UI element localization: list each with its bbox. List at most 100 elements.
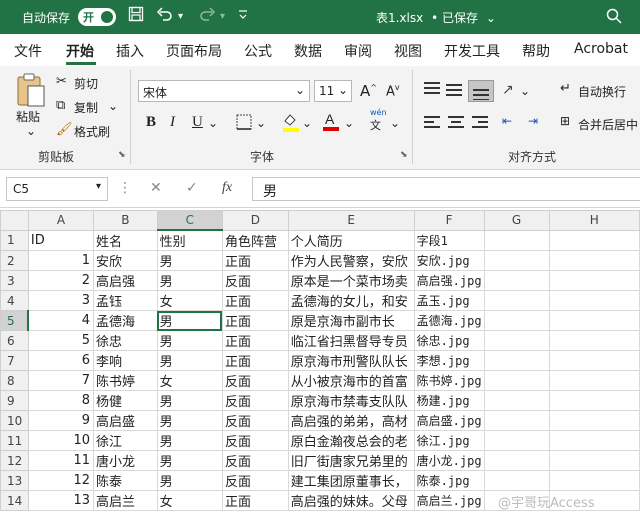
- decrease-indent-icon[interactable]: ⇤: [502, 114, 512, 128]
- cell-f6[interactable]: 徐忠.jpg: [413, 330, 485, 351]
- cell-b6[interactable]: 徐忠: [93, 330, 158, 351]
- cell-f7[interactable]: 李想.jpg: [413, 350, 485, 371]
- paste-button[interactable]: 粘贴: [16, 108, 40, 125]
- cell-f13[interactable]: 陈泰.jpg: [413, 470, 485, 491]
- cell-e14[interactable]: 高启强的妹妹。父母: [287, 490, 415, 511]
- cell-g5[interactable]: [483, 310, 550, 331]
- format-painter-button[interactable]: 格式刷: [74, 123, 110, 140]
- cell-f12[interactable]: 唐小龙.jpg: [413, 450, 485, 471]
- row-header[interactable]: 5: [0, 310, 30, 331]
- copy-dropdown-icon[interactable]: ⌄: [108, 99, 118, 113]
- cell-c13[interactable]: 男: [156, 470, 223, 491]
- borders-dropdown-icon[interactable]: ⌄: [256, 116, 266, 130]
- cell-c7[interactable]: 男: [156, 350, 223, 371]
- cell-a8[interactable]: 7: [27, 370, 95, 391]
- cell-e11[interactable]: 原白金瀚夜总会的老: [287, 430, 415, 451]
- cell-d2[interactable]: 正面: [221, 250, 289, 271]
- cell-b3[interactable]: 高启强: [93, 270, 158, 291]
- row-header[interactable]: 4: [0, 290, 29, 311]
- row-header[interactable]: 12: [0, 450, 29, 471]
- cell-g12[interactable]: [483, 450, 550, 471]
- cell-h1[interactable]: [548, 229, 640, 251]
- cell-d6[interactable]: 正面: [221, 330, 289, 351]
- cell-e12[interactable]: 旧厂街唐家兄弟里的: [287, 450, 415, 471]
- fill-dropdown-icon[interactable]: ⌄: [302, 116, 312, 130]
- font-name-select[interactable]: 宋体 ⌄: [138, 80, 310, 102]
- cell-h13[interactable]: [548, 470, 640, 491]
- cell-e7[interactable]: 原京海市刑警队队长: [287, 350, 415, 371]
- cell-h10[interactable]: [548, 410, 640, 431]
- tab-insert[interactable]: 插入: [116, 41, 144, 61]
- row-header[interactable]: 7: [0, 350, 29, 371]
- cell-c6[interactable]: 男: [156, 330, 223, 351]
- cell-b13[interactable]: 陈泰: [93, 470, 158, 491]
- autosave-toggle[interactable]: 开: [78, 8, 116, 26]
- cell-d8[interactable]: 反面: [221, 370, 289, 391]
- column-header-b[interactable]: B: [93, 210, 158, 231]
- cell-e6[interactable]: 临江省扫黑督导专员: [287, 330, 415, 351]
- cell-f14[interactable]: 高启兰.jpg: [413, 490, 485, 511]
- cell-b4[interactable]: 孟钰: [93, 290, 158, 311]
- redo-icon[interactable]: [198, 6, 216, 26]
- cell-b5[interactable]: 孟德海: [93, 310, 158, 331]
- paste-icon[interactable]: [14, 72, 48, 110]
- cell-e9[interactable]: 原京海市禁毒支队队: [287, 390, 415, 411]
- clipboard-launcher-icon[interactable]: ⬊: [118, 150, 126, 160]
- cell-e10[interactable]: 高启强的弟弟，高材: [287, 410, 415, 431]
- row-header[interactable]: 13: [0, 470, 29, 491]
- cell-a10[interactable]: 9: [27, 410, 95, 431]
- tab-acrobat[interactable]: Acrobat: [574, 41, 628, 57]
- row-header[interactable]: 6: [0, 330, 29, 351]
- row-header[interactable]: 9: [0, 390, 29, 411]
- cell-d13[interactable]: 反面: [221, 470, 289, 491]
- font-decrease-icon[interactable]: Av: [386, 83, 400, 99]
- align-center-icon[interactable]: [448, 116, 468, 132]
- align-right-icon[interactable]: [472, 116, 492, 132]
- customize-toolbar-icon[interactable]: [238, 9, 248, 24]
- name-box[interactable]: C5 ▾: [6, 177, 108, 201]
- font-size-select[interactable]: 11 ⌄: [314, 80, 352, 102]
- cell-c4[interactable]: 女: [156, 290, 223, 311]
- cell-g7[interactable]: [483, 350, 550, 371]
- font-color-dropdown-icon[interactable]: ⌄: [344, 116, 354, 130]
- orientation-dropdown-icon[interactable]: ⌄: [520, 84, 530, 98]
- tab-formulas[interactable]: 公式: [244, 41, 272, 61]
- orientation-icon[interactable]: ↗: [502, 82, 514, 98]
- redo-dropdown-icon[interactable]: ▾: [220, 11, 225, 22]
- save-icon[interactable]: [128, 6, 144, 26]
- cell-e3[interactable]: 原本是一个菜市场卖: [287, 270, 415, 291]
- search-icon[interactable]: [606, 8, 622, 28]
- cell-g13[interactable]: [483, 470, 550, 491]
- copy-button[interactable]: 复制: [74, 99, 98, 116]
- cell-g10[interactable]: [483, 410, 550, 431]
- insert-function-icon[interactable]: fx: [222, 180, 232, 196]
- row-header[interactable]: 8: [0, 370, 29, 391]
- cell-f1[interactable]: 字段1: [413, 229, 485, 251]
- cell-f10[interactable]: 高启盛.jpg: [413, 410, 485, 431]
- undo-dropdown-icon[interactable]: ▾: [178, 11, 183, 22]
- cell-b7[interactable]: 李响: [93, 350, 158, 371]
- column-header-c[interactable]: C: [156, 210, 223, 231]
- undo-icon[interactable]: [156, 6, 174, 26]
- cell-b2[interactable]: 安欣: [93, 250, 158, 271]
- cell-d3[interactable]: 反面: [221, 270, 289, 291]
- cell-d14[interactable]: 正面: [221, 490, 289, 511]
- cell-f11[interactable]: 徐江.jpg: [413, 430, 485, 451]
- cell-h5[interactable]: [548, 310, 640, 331]
- cell-b14[interactable]: 高启兰: [93, 490, 158, 511]
- cell-b9[interactable]: 杨健: [93, 390, 158, 411]
- cell-b11[interactable]: 徐江: [93, 430, 158, 451]
- wrap-text-button[interactable]: 自动换行: [578, 83, 626, 100]
- cell-a4[interactable]: 3: [27, 290, 95, 311]
- cell-h3[interactable]: [548, 270, 640, 291]
- document-title[interactable]: 表1.xlsx • 已保存 ⌄: [376, 9, 500, 26]
- cell-e4[interactable]: 孟德海的女儿，和安: [287, 290, 415, 311]
- align-middle-icon[interactable]: [446, 84, 466, 100]
- cell-f8[interactable]: 陈书婷.jpg: [413, 370, 485, 391]
- cell-a14[interactable]: 13: [27, 490, 95, 511]
- cell-h8[interactable]: [548, 370, 640, 391]
- cell-a1[interactable]: ID: [27, 229, 95, 251]
- cell-a5[interactable]: 4: [27, 310, 95, 331]
- tab-developer[interactable]: 开发工具: [444, 41, 500, 61]
- cell-d4[interactable]: 正面: [221, 290, 289, 311]
